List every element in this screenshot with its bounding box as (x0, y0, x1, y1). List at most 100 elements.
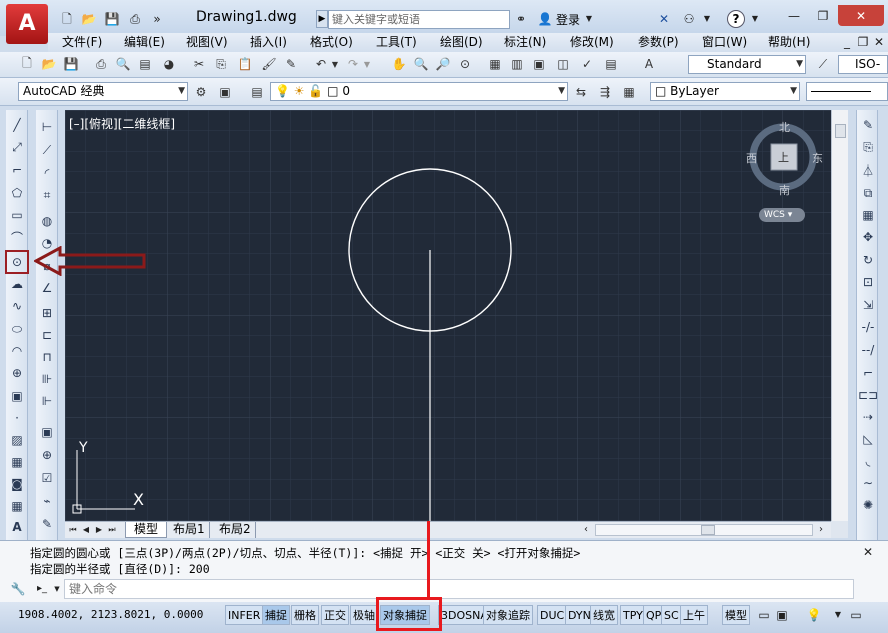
compass-east[interactable]: 东 (812, 150, 823, 166)
wcs-menu[interactable]: WCS ▾ (759, 208, 805, 222)
vertical-scrollbar[interactable] (831, 110, 848, 521)
connect-icon[interactable]: ⚇ (681, 11, 697, 27)
horizontal-scrollbar[interactable] (595, 524, 813, 536)
login-link[interactable]: 登录 (556, 11, 580, 28)
scroll-left-icon[interactable]: ‹ (580, 523, 592, 537)
save-icon[interactable]: 💾 (103, 11, 121, 27)
menu-insert[interactable]: 插入(I) (244, 33, 293, 52)
last-tab-icon[interactable]: ⏭ (106, 523, 118, 537)
new-file-icon[interactable]: 🗋 (58, 11, 76, 27)
menu-tools[interactable]: 工具(T) (370, 33, 423, 52)
coordinate-readout[interactable]: 1908.4002, 2123.8021, 0.0000 (18, 608, 203, 621)
first-tab-icon[interactable]: ⏮ (67, 523, 79, 537)
scroll-right-icon[interactable]: › (815, 523, 827, 537)
status-ortho[interactable]: 正交 (321, 605, 349, 625)
sheet-set-icon[interactable]: ◫ (554, 55, 572, 73)
status-sc[interactable]: SC (661, 605, 682, 625)
close-icon[interactable]: ✕ (838, 5, 884, 26)
compass-south[interactable]: 南 (779, 182, 790, 198)
compass-west[interactable]: 西 (746, 150, 757, 166)
cut-icon[interactable]: ✂ (190, 55, 208, 73)
explode-icon[interactable]: ✺ (859, 496, 877, 514)
scale-icon[interactable]: ⊡ (859, 273, 877, 291)
rotate-icon[interactable]: ↻ (859, 251, 877, 269)
horizontal-scroll-thumb[interactable] (701, 525, 715, 535)
ordinate-dim-icon[interactable]: ⌗ (38, 186, 56, 204)
undo-dropdown-icon[interactable]: ▼ (330, 55, 340, 73)
calculator-icon[interactable]: ▤ (602, 55, 620, 73)
offset-icon[interactable]: ⧉ (859, 184, 877, 202)
properties-icon[interactable]: ▦ (486, 55, 504, 73)
tab-model[interactable]: 模型 (125, 522, 168, 538)
menu-view[interactable]: 视图(V) (180, 33, 234, 52)
layer-previous-icon[interactable]: ⇶ (596, 83, 614, 101)
dim-style-select[interactable]: ISO- (838, 55, 888, 74)
menu-draw[interactable]: 绘图(D) (434, 33, 489, 52)
color-select[interactable]: □ ByLayer ▼ (650, 82, 800, 101)
help-dropdown-icon[interactable]: ▼ (750, 11, 760, 27)
status-polar[interactable]: 极轴 (350, 605, 378, 625)
clean-screen-icon[interactable]: ▭ (848, 607, 864, 623)
table-icon[interactable]: ▦ (8, 497, 26, 515)
prev-tab-icon[interactable]: ◀ (80, 523, 92, 537)
block-editor-icon[interactable]: ✎ (282, 55, 300, 73)
open-icon[interactable]: 📂 (40, 55, 58, 73)
menu-help[interactable]: 帮助(H) (762, 33, 816, 52)
status-infer[interactable]: INFER (225, 605, 264, 625)
quick-dim-icon[interactable]: ⊞ (38, 304, 56, 322)
match-properties-icon[interactable]: 🖌 (260, 55, 278, 73)
aligned-dim-icon[interactable]: ⟋ (38, 141, 56, 159)
help-icon[interactable]: ? (727, 10, 745, 28)
region-icon[interactable]: ◙ (8, 475, 26, 493)
login-dropdown-icon[interactable]: ▼ (584, 11, 594, 27)
copy-object-icon[interactable]: ⎘ (859, 138, 877, 156)
polyline-icon[interactable]: ⌐ (8, 161, 26, 179)
status-tpy[interactable]: TPY (620, 605, 646, 625)
menu-modify[interactable]: 修改(M) (564, 33, 620, 52)
open-file-icon[interactable]: 📂 (80, 11, 98, 27)
quick-view-layouts-icon[interactable]: ▭ (756, 607, 772, 623)
ellipse-icon[interactable]: ⬭ (8, 320, 26, 338)
viewport-label[interactable]: [–][俯视][二维线框] (69, 115, 175, 132)
make-current-icon[interactable]: ⇆ (572, 83, 590, 101)
dim-style-icon[interactable]: ⟋ (814, 55, 832, 73)
chamfer-icon[interactable]: ◺ (859, 430, 877, 448)
command-input[interactable]: 键入命令 (64, 579, 854, 599)
connect-dropdown-icon[interactable]: ▼ (702, 11, 712, 27)
command-window-close-icon[interactable]: ✕ (858, 545, 878, 559)
status-model[interactable]: 模型 (722, 605, 750, 625)
copy-icon[interactable]: ⎘ (212, 55, 230, 73)
search-expand-icon[interactable]: ▶ (316, 10, 328, 28)
design-center-icon[interactable]: ▥ (508, 55, 526, 73)
next-tab-icon[interactable]: ▶ (93, 523, 105, 537)
status-am[interactable]: 上午 (680, 605, 708, 625)
point-icon[interactable]: · (8, 409, 26, 427)
plot-icon[interactable]: ⎙ (92, 55, 110, 73)
command-prompt-icon[interactable]: ▸_ (34, 581, 50, 597)
move-icon[interactable]: ✥ (859, 228, 877, 246)
line-icon[interactable]: ╱ (8, 116, 26, 134)
redo-icon[interactable]: ↷ (344, 55, 362, 73)
blend-icon[interactable]: ∼ (859, 474, 877, 492)
3d-dwf-icon[interactable]: ◕ (160, 55, 178, 73)
markup-icon[interactable]: ✓ (578, 55, 596, 73)
more-icon[interactable]: » (150, 11, 164, 27)
arc-icon[interactable]: ⌒ (8, 228, 26, 246)
status-otrack[interactable]: 对象追踪 (483, 605, 533, 625)
tab-layout2[interactable]: 布局2 (215, 522, 256, 538)
command-recent-dropdown-icon[interactable]: ▼ (52, 581, 62, 597)
status-menu-icon[interactable]: ▼ (833, 607, 843, 623)
erase-icon[interactable]: ✎ (859, 116, 877, 134)
toolbar-lock-icon[interactable]: 💡 (806, 607, 822, 623)
status-lineweight[interactable]: 线宽 (590, 605, 618, 625)
application-menu-button[interactable]: A (6, 4, 48, 44)
hatch-icon[interactable]: ▨ (8, 431, 26, 449)
layer-state-icon[interactable]: ▦ (620, 83, 638, 101)
search-input[interactable]: 键入关键字或短语 (328, 10, 510, 29)
layer-select[interactable]: 💡 ☀ 🔓 □ 0 ▼ (270, 82, 568, 101)
undo-icon[interactable]: ↶ (312, 55, 330, 73)
jogged-linear-icon[interactable]: ⌁ (38, 492, 56, 510)
menu-dimension[interactable]: 标注(N) (498, 33, 552, 52)
doc-minimize-icon[interactable]: _ (840, 35, 854, 49)
zoom-previous-icon[interactable]: ⊙ (456, 55, 474, 73)
